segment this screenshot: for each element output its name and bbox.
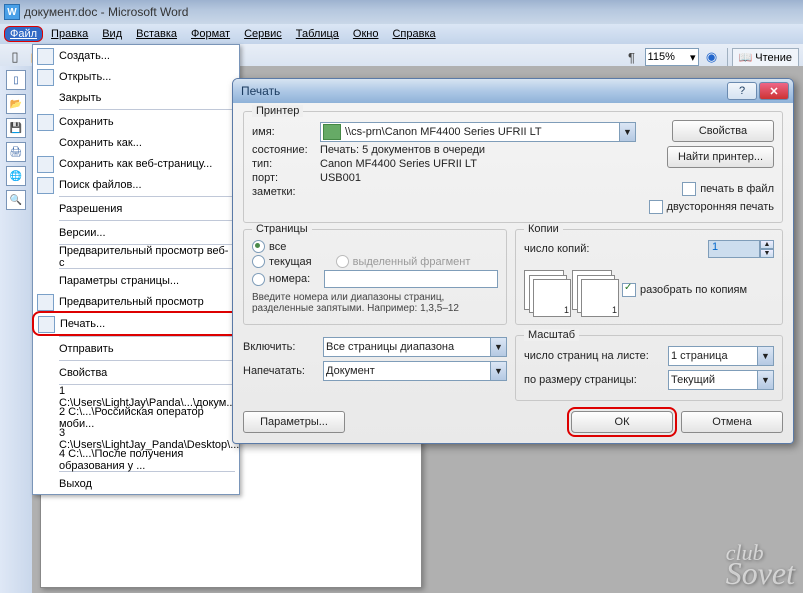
printer-state-value: Печать: 5 документов в очереди	[320, 144, 485, 156]
zoom-value: 115%	[648, 51, 675, 63]
menu-search[interactable]: Поиск файлов...	[33, 174, 239, 195]
params-button[interactable]: Параметры...	[243, 411, 345, 433]
menu-recent4[interactable]: 4 C:\...\После получения образования у .…	[33, 449, 239, 470]
file-menu: Создать... Открыть... Закрыть Сохранить …	[32, 44, 240, 495]
menu-versions[interactable]: Версии...	[33, 222, 239, 243]
printer-icon	[323, 124, 341, 140]
menu-edit[interactable]: Правка	[45, 26, 94, 42]
pages-selection-radio: выделенный фрагмент	[336, 255, 471, 268]
web-icon[interactable]: 🌐	[6, 166, 26, 186]
printer-name-label: имя:	[252, 126, 320, 138]
menu-bar: Файл Правка Вид Вставка Формат Сервис Та…	[0, 24, 803, 44]
printer-state-label: состояние:	[252, 144, 320, 156]
help-icon[interactable]: ◉	[701, 46, 723, 68]
cancel-button[interactable]: Отмена	[681, 411, 783, 433]
menu-recent1[interactable]: 1 C:\Users\LightJay\Panda\...\докум...	[33, 386, 239, 407]
menu-format[interactable]: Формат	[185, 26, 236, 42]
properties-button[interactable]: Свойства	[672, 120, 774, 142]
pages-hint2: разделенные запятыми. Например: 1,3,5–12	[252, 303, 498, 314]
title-bar: W документ.doc - Microsoft Word	[0, 0, 803, 24]
printer-name-combo[interactable]: \\cs-prn\Canon MF4400 Series UFRII LT ▼	[320, 122, 636, 142]
reading-button[interactable]: 📖 Чтение	[732, 48, 799, 67]
printer-type-value: Canon MF4400 Series UFRII LT	[320, 158, 477, 170]
menu-close[interactable]: Закрыть	[33, 87, 239, 108]
printer-type-label: тип:	[252, 158, 320, 170]
pages-numbers-radio[interactable]: номера:	[252, 273, 310, 286]
printer-port-label: порт:	[252, 172, 320, 184]
print-to-file-checkbox[interactable]: печать в файл	[682, 182, 774, 196]
scale-group: Масштаб число страниц на листе: 1 страни…	[515, 335, 783, 401]
menu-recent2[interactable]: 2 C:\...\Российская оператор моби...	[33, 407, 239, 428]
menu-print[interactable]: Печать...	[32, 311, 240, 336]
copies-count-spinner[interactable]: 1 ▲▼	[708, 240, 774, 258]
ok-button[interactable]: ОК	[571, 411, 673, 433]
close-button[interactable]: ✕	[759, 82, 789, 100]
print-dialog: Печать ? ✕ Принтер имя: \\cs-prn\Canon M…	[232, 78, 794, 444]
pages-hint1: Введите номера или диапазоны страниц,	[252, 292, 498, 303]
menu-open[interactable]: Открыть...	[33, 66, 239, 87]
menu-exit[interactable]: Выход	[33, 473, 239, 494]
include-combo[interactable]: Все страницы диапазона▼	[323, 337, 507, 357]
dialog-titlebar: Печать ? ✕	[233, 79, 793, 103]
pages-current-radio[interactable]: текущая	[252, 255, 312, 268]
pages-numbers-input[interactable]	[324, 270, 498, 288]
search-icon[interactable]: 🔍	[6, 190, 26, 210]
menu-insert[interactable]: Вставка	[130, 26, 183, 42]
pilcrow-icon[interactable]: ¶	[621, 46, 643, 68]
spin-up-icon[interactable]: ▲	[760, 240, 774, 249]
collate-checkbox[interactable]: разобрать по копиям	[622, 283, 747, 297]
menu-pagesetup[interactable]: Параметры страницы...	[33, 270, 239, 291]
printer-notes-label: заметки:	[252, 186, 320, 198]
menu-send[interactable]: Отправить	[33, 338, 239, 359]
perpage-combo[interactable]: 1 страница▼	[668, 346, 774, 366]
menu-props[interactable]: Свойства	[33, 362, 239, 383]
collate-preview: 1 1	[524, 270, 612, 310]
printer-port-value: USB001	[320, 172, 361, 184]
scale-group-title: Масштаб	[524, 329, 579, 341]
help-button[interactable]: ?	[727, 82, 757, 100]
menu-tools[interactable]: Сервис	[238, 26, 288, 42]
chevron-down-icon: ▼	[619, 123, 635, 141]
find-printer-button[interactable]: Найти принтер...	[667, 146, 774, 168]
duplex-checkbox[interactable]: двусторонняя печать	[649, 200, 774, 214]
menu-help[interactable]: Справка	[386, 26, 441, 42]
pages-group-title: Страницы	[252, 223, 312, 235]
word-icon: W	[4, 4, 20, 20]
pages-group: Страницы все текущая выделенный фрагмент…	[243, 229, 507, 325]
menu-saveas[interactable]: Сохранить как...	[33, 132, 239, 153]
copies-count-label: число копий:	[524, 243, 708, 255]
menu-window[interactable]: Окно	[347, 26, 385, 42]
menu-saveweb[interactable]: Сохранить как веб-страницу...	[33, 153, 239, 174]
printer-group-title: Принтер	[252, 105, 303, 117]
fit-label: по размеру страницы:	[524, 374, 668, 386]
perpage-label: число страниц на листе:	[524, 350, 668, 362]
left-toolbar: ▯ 📂 💾 🖨 🌐 🔍	[0, 66, 32, 593]
menu-webpreview[interactable]: Предварительный просмотр веб-с	[33, 246, 239, 267]
open-doc-icon[interactable]: 📂	[6, 94, 26, 114]
new-icon[interactable]: ▯	[4, 46, 26, 68]
printwhat-combo[interactable]: Документ▼	[323, 361, 507, 381]
menu-create[interactable]: Создать...	[33, 45, 239, 66]
menu-table[interactable]: Таблица	[290, 26, 345, 42]
menu-view[interactable]: Вид	[96, 26, 128, 42]
copies-group-title: Копии	[524, 223, 563, 235]
fit-combo[interactable]: Текущий▼	[668, 370, 774, 390]
print-icon[interactable]: 🖨	[6, 142, 26, 162]
printwhat-label: Напечатать:	[243, 365, 323, 377]
zoom-combo[interactable]: 115%▾	[645, 48, 699, 66]
menu-perm[interactable]: Разрешения	[33, 198, 239, 219]
new-doc-icon[interactable]: ▯	[6, 70, 26, 90]
save-doc-icon[interactable]: 💾	[6, 118, 26, 138]
menu-preview[interactable]: Предварительный просмотр	[33, 291, 239, 312]
printer-group: Принтер имя: \\cs-prn\Canon MF4400 Serie…	[243, 111, 783, 223]
copies-group: Копии число копий: 1 ▲▼ 1 1 разобра	[515, 229, 783, 325]
menu-recent3[interactable]: 3 C:\Users\LightJay_Panda\Desktop\...	[33, 428, 239, 449]
spin-down-icon[interactable]: ▼	[760, 249, 774, 258]
pages-all-radio[interactable]: все	[252, 240, 286, 253]
menu-save[interactable]: Сохранить	[33, 111, 239, 132]
window-title: документ.doc - Microsoft Word	[24, 5, 188, 19]
menu-file[interactable]: Файл	[4, 26, 43, 42]
include-label: Включить:	[243, 341, 323, 353]
dialog-title: Печать	[241, 84, 280, 98]
